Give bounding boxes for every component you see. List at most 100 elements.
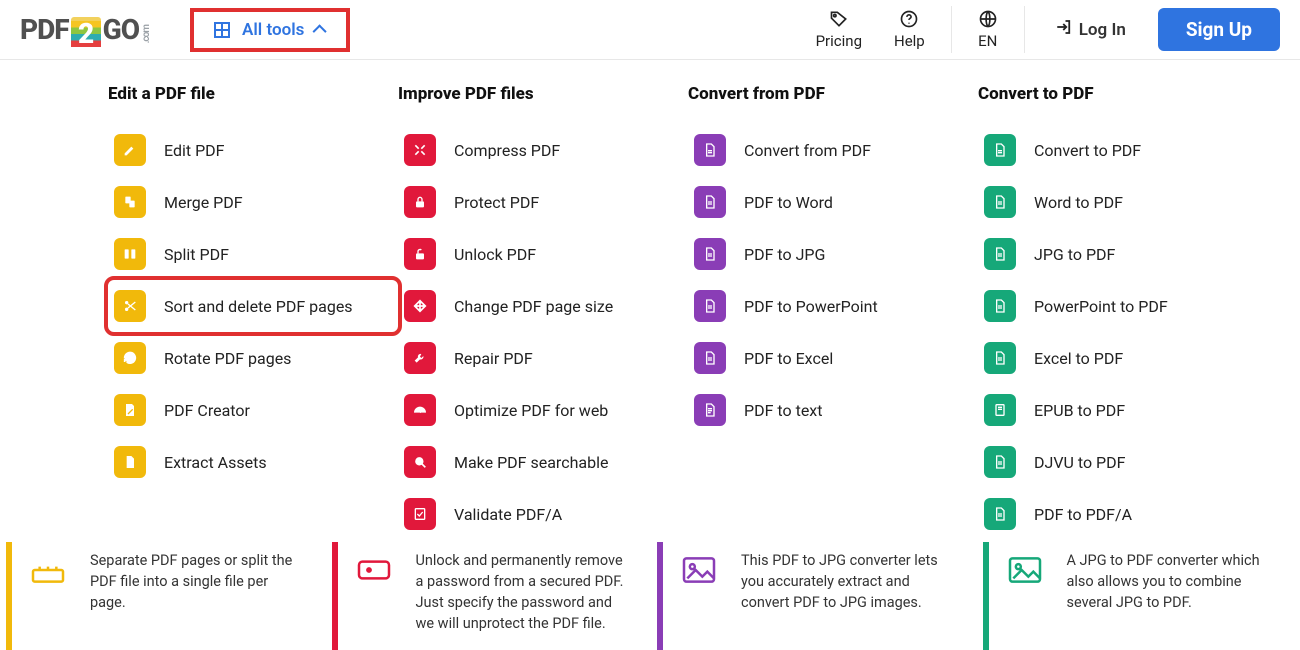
tool-pdf-to-pdfa[interactable]: PDF to PDF/A — [978, 488, 1268, 540]
all-tools-button[interactable]: All tools — [192, 10, 348, 50]
tool-pdf-to-text[interactable]: PDF to text — [688, 384, 978, 436]
file-icon — [984, 238, 1016, 270]
tool-label: PDF Creator — [164, 401, 250, 420]
tool-label: Split PDF — [164, 245, 229, 264]
tool-pdf-to-word[interactable]: PDF to Word — [688, 176, 978, 228]
tool-convert-from-pdf[interactable]: Convert from PDF — [688, 124, 978, 176]
globe-icon — [978, 9, 998, 32]
card-text: Unlock and permanently remove a password… — [416, 550, 632, 634]
file-icon — [694, 394, 726, 426]
tool-label: Rotate PDF pages — [164, 349, 291, 368]
password-icon — [350, 550, 398, 590]
tool-pdf-creator[interactable]: PDF Creator — [108, 384, 398, 436]
tool-label: PDF to Word — [744, 193, 833, 212]
nav-help[interactable]: Help — [878, 0, 941, 59]
signup-button[interactable]: Sign Up — [1158, 8, 1280, 51]
tool-convert-to-pdf[interactable]: Convert to PDF — [978, 124, 1268, 176]
tool-rotate-pdf[interactable]: Rotate PDF pages — [108, 332, 398, 384]
tool-label: PowerPoint to PDF — [1034, 297, 1168, 316]
file-icon — [984, 446, 1016, 478]
tool-extract-assets[interactable]: Extract Assets — [108, 436, 398, 488]
tool-edit-pdf[interactable]: Edit PDF — [108, 124, 398, 176]
signup-label: Sign Up — [1186, 18, 1252, 41]
col-to-title: Convert to PDF — [978, 84, 1268, 104]
tool-page-size[interactable]: Change PDF page size — [398, 280, 688, 332]
col-to: Convert to PDF Convert to PDF Word to PD… — [978, 84, 1268, 540]
chevron-up-icon — [313, 24, 327, 38]
resize-icon — [404, 290, 436, 322]
col-from-title: Convert from PDF — [688, 84, 978, 104]
tool-jpg-to-pdf[interactable]: JPG to PDF — [978, 228, 1268, 280]
creator-icon — [114, 394, 146, 426]
file-icon — [984, 134, 1016, 166]
card-unlock[interactable]: Unlock and permanently remove a password… — [332, 542, 644, 650]
card-pdf-to-jpg[interactable]: This PDF to JPG converter lets you accur… — [657, 542, 969, 650]
tool-label: DJVU to PDF — [1034, 453, 1125, 472]
file-icon — [114, 446, 146, 478]
image-icon — [675, 550, 723, 590]
tools-megamenu: Edit a PDF file Edit PDF Merge PDF Split… — [0, 60, 1300, 580]
unlock-icon — [404, 238, 436, 270]
tool-split-pdf[interactable]: Split PDF — [108, 228, 398, 280]
tool-pdf-to-jpg[interactable]: PDF to JPG — [688, 228, 978, 280]
tool-label: Make PDF searchable — [454, 453, 608, 472]
file-icon — [694, 238, 726, 270]
nav-help-label: Help — [894, 32, 925, 50]
tool-label: Sort and delete PDF pages — [164, 297, 353, 316]
tool-label: Convert to PDF — [1034, 141, 1141, 160]
file-icon — [984, 186, 1016, 218]
grid-icon — [214, 22, 230, 38]
tool-label: Change PDF page size — [454, 297, 613, 316]
file-icon — [984, 498, 1016, 530]
tool-pdf-to-excel[interactable]: PDF to Excel — [688, 332, 978, 384]
search-icon — [404, 446, 436, 478]
feature-cards: Separate PDF pages or split the PDF file… — [0, 542, 1300, 650]
rotate-icon — [114, 342, 146, 374]
nav-language[interactable]: EN — [962, 0, 1014, 59]
tool-djvu-to-pdf[interactable]: DJVU to PDF — [978, 436, 1268, 488]
tool-label: Word to PDF — [1034, 193, 1123, 212]
split-icon — [24, 550, 72, 590]
col-edit: Edit a PDF file Edit PDF Merge PDF Split… — [108, 84, 398, 540]
file-icon — [694, 342, 726, 374]
tool-label: PDF to text — [744, 401, 822, 420]
merge-icon — [114, 186, 146, 218]
nav-pricing[interactable]: Pricing — [800, 0, 878, 59]
tool-validate-pdfa[interactable]: Validate PDF/A — [398, 488, 688, 540]
tool-merge-pdf[interactable]: Merge PDF — [108, 176, 398, 228]
login-icon — [1055, 18, 1073, 41]
tool-label: JPG to PDF — [1034, 245, 1115, 264]
tool-repair-pdf[interactable]: Repair PDF — [398, 332, 688, 384]
col-improve-title: Improve PDF files — [398, 84, 688, 104]
tool-label: Merge PDF — [164, 193, 243, 212]
tool-epub-to-pdf[interactable]: EPUB to PDF — [978, 384, 1268, 436]
tool-protect-pdf[interactable]: Protect PDF — [398, 176, 688, 228]
tool-pdf-to-ppt[interactable]: PDF to PowerPoint — [688, 280, 978, 332]
file-icon — [694, 290, 726, 322]
tool-optimize-web[interactable]: Optimize PDF for web — [398, 384, 688, 436]
card-jpg-to-pdf[interactable]: A JPG to PDF converter which also allows… — [983, 542, 1295, 650]
file-icon — [984, 342, 1016, 374]
validate-icon — [404, 498, 436, 530]
tool-label: Edit PDF — [164, 141, 225, 160]
col-from: Convert from PDF Convert from PDF PDF to… — [688, 84, 978, 540]
tool-excel-to-pdf[interactable]: Excel to PDF — [978, 332, 1268, 384]
tool-compress-pdf[interactable]: Compress PDF — [398, 124, 688, 176]
tool-label: Extract Assets — [164, 453, 267, 472]
file-icon — [694, 134, 726, 166]
logo[interactable]: PDF2GO.com — [20, 13, 152, 46]
tool-ppt-to-pdf[interactable]: PowerPoint to PDF — [978, 280, 1268, 332]
tag-icon — [829, 9, 849, 32]
tool-label: Compress PDF — [454, 141, 560, 160]
card-split[interactable]: Separate PDF pages or split the PDF file… — [6, 542, 318, 650]
tool-label: Excel to PDF — [1034, 349, 1123, 368]
tool-label: PDF to PowerPoint — [744, 297, 878, 316]
nav-pricing-label: Pricing — [816, 32, 862, 50]
col-edit-title: Edit a PDF file — [108, 84, 398, 104]
book-icon — [984, 394, 1016, 426]
tool-unlock-pdf[interactable]: Unlock PDF — [398, 228, 688, 280]
tool-word-to-pdf[interactable]: Word to PDF — [978, 176, 1268, 228]
login-button[interactable]: Log In — [1035, 0, 1146, 59]
tool-sort-delete-pdf[interactable]: Sort and delete PDF pages — [108, 280, 398, 332]
tool-searchable[interactable]: Make PDF searchable — [398, 436, 688, 488]
